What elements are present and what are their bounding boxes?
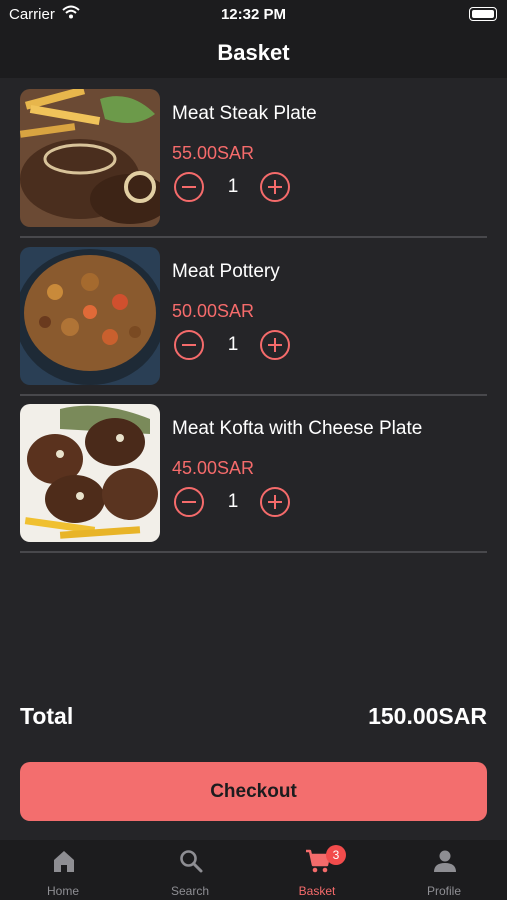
tab-bar: Home Search 3 Basket Profile xyxy=(0,840,507,900)
increase-quantity-button[interactable] xyxy=(260,487,290,517)
item-image xyxy=(20,247,160,385)
increase-quantity-button[interactable] xyxy=(260,172,290,202)
item-name: Meat Steak Plate xyxy=(172,103,317,124)
tab-label: Profile xyxy=(426,884,461,898)
home-icon xyxy=(54,851,74,872)
page-title: Basket xyxy=(217,40,290,65)
item-name: Meat Pottery xyxy=(172,261,280,282)
battery-icon xyxy=(469,7,497,21)
person-icon xyxy=(434,850,456,872)
item-price: 55.00SAR xyxy=(172,143,255,163)
checkout-button[interactable]: Checkout xyxy=(20,762,487,821)
item-image xyxy=(20,89,160,227)
tab-home[interactable]: Home xyxy=(0,840,126,900)
tab-profile[interactable]: Profile xyxy=(381,840,507,900)
basket-item: Meat Kofta with Cheese Plate 45.00SAR 1 xyxy=(20,394,487,553)
total-label: Total xyxy=(20,703,74,729)
item-quantity: 1 xyxy=(227,334,239,355)
increase-quantity-button[interactable] xyxy=(260,330,290,360)
tab-basket[interactable]: 3 Basket xyxy=(254,840,380,900)
item-image xyxy=(20,404,160,542)
decrease-quantity-button[interactable] xyxy=(174,487,204,517)
tab-label: Basket xyxy=(298,884,336,898)
total-amount: 150.00SAR xyxy=(368,703,487,729)
cart-count-badge: 3 xyxy=(326,845,346,865)
clock: 12:32 PM xyxy=(220,6,287,23)
tab-search[interactable]: Search xyxy=(127,840,253,900)
item-quantity: 1 xyxy=(227,491,239,512)
item-name: Meat Kofta with Cheese Plate xyxy=(172,418,423,439)
status-bar: Carrier 12:32 PM xyxy=(0,0,507,28)
search-icon xyxy=(180,850,203,873)
total-row: Total 150.00SAR xyxy=(20,703,487,733)
tab-label: Search xyxy=(170,884,210,898)
decrease-quantity-button[interactable] xyxy=(174,172,204,202)
basket-item: Meat Pottery 50.00SAR 1 xyxy=(20,237,487,396)
item-price: 45.00SAR xyxy=(172,458,255,478)
basket-item: Meat Steak Plate 55.00SAR 1 xyxy=(20,79,487,238)
item-quantity: 1 xyxy=(227,176,239,197)
tab-label: Home xyxy=(46,884,79,898)
navigation-bar: Basket xyxy=(0,28,507,78)
item-price: 50.00SAR xyxy=(172,301,255,321)
decrease-quantity-button[interactable] xyxy=(174,330,204,360)
